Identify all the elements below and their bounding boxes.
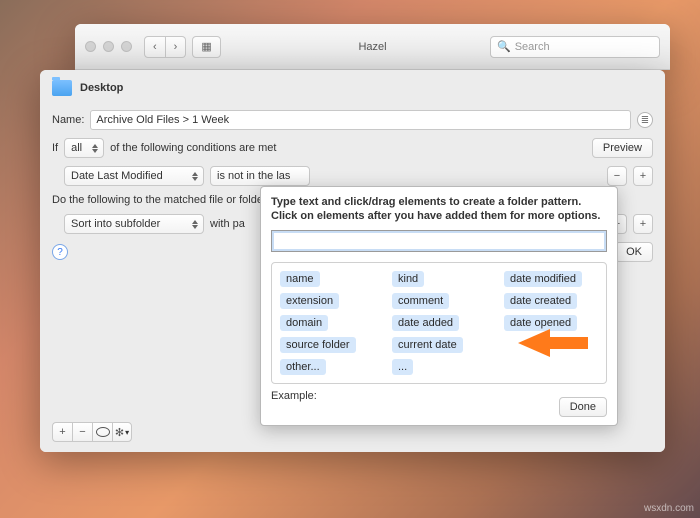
- nav-back-forward: ‹ ›: [144, 36, 186, 58]
- add-action-button[interactable]: +: [633, 214, 653, 234]
- token-date-added[interactable]: date added: [392, 315, 459, 331]
- condition-attribute-select[interactable]: Date Last Modified: [64, 166, 204, 186]
- done-button[interactable]: Done: [559, 397, 607, 417]
- action-value: Sort into subfolder: [71, 218, 160, 230]
- bottom-toolbar: + − ✻▾: [52, 422, 132, 442]
- match-scope-select[interactable]: all: [64, 138, 104, 158]
- forward-button[interactable]: ›: [166, 36, 187, 58]
- condition-row: Date Last Modified is not in the las − +: [64, 166, 653, 186]
- ok-button[interactable]: OK: [615, 242, 653, 262]
- close-dot[interactable]: [85, 41, 96, 52]
- add-rule-button[interactable]: +: [52, 422, 72, 442]
- token-source-folder[interactable]: source folder: [280, 337, 356, 353]
- preview-eye-button[interactable]: [92, 422, 112, 442]
- traffic-lights: [85, 41, 132, 52]
- minimize-dot[interactable]: [103, 41, 114, 52]
- pattern-input[interactable]: [271, 230, 607, 252]
- back-button[interactable]: ‹: [144, 36, 166, 58]
- search-placeholder: Search: [515, 41, 550, 53]
- callout-arrow-icon: [518, 321, 588, 365]
- titlebar: ‹ › ▦ Hazel 🔍 Search: [75, 24, 670, 70]
- example-label: Example:: [271, 390, 607, 402]
- parent-window: ‹ › ▦ Hazel 🔍 Search: [75, 24, 670, 70]
- condition-operator-value: is not in the las: [217, 170, 290, 182]
- preview-button[interactable]: Preview: [592, 138, 653, 158]
- token-domain[interactable]: domain: [280, 315, 328, 331]
- search-icon: 🔍: [497, 40, 511, 53]
- eye-icon: [96, 427, 110, 437]
- token-kind[interactable]: kind: [392, 271, 424, 287]
- token-extension[interactable]: extension: [280, 293, 339, 309]
- conditions-rest: of the following conditions are met: [110, 142, 276, 154]
- conditions-header: If all of the following conditions are m…: [52, 138, 653, 158]
- pattern-popover: Type text and click/drag elements to cre…: [260, 186, 618, 426]
- token-current-date[interactable]: current date: [392, 337, 463, 353]
- folder-icon: [52, 80, 72, 96]
- match-scope-value: all: [71, 142, 82, 154]
- token-date-created[interactable]: date created: [504, 293, 577, 309]
- actions-intro: Do the following to the matched file or …: [52, 194, 270, 206]
- token--[interactable]: ...: [392, 359, 413, 375]
- token-other-[interactable]: other...: [280, 359, 326, 375]
- token-comment[interactable]: comment: [392, 293, 449, 309]
- grid-button[interactable]: ▦: [192, 36, 220, 58]
- folder-name: Desktop: [80, 82, 123, 94]
- pattern-hint: Type text and click/drag elements to cre…: [271, 195, 607, 224]
- name-label: Name:: [52, 114, 84, 126]
- with-pattern-label: with pa: [210, 218, 245, 230]
- token-date-modified[interactable]: date modified: [504, 271, 582, 287]
- watermark: wsxdn.com: [644, 503, 694, 514]
- rule-header: Desktop: [52, 78, 653, 102]
- rule-name-input[interactable]: [90, 110, 631, 130]
- token-name[interactable]: name: [280, 271, 320, 287]
- add-condition-button[interactable]: +: [633, 166, 653, 186]
- remove-condition-button[interactable]: −: [607, 166, 627, 186]
- token-box: name kind date modified extension comment dat…: [271, 262, 607, 384]
- remove-rule-button[interactable]: −: [72, 422, 92, 442]
- notes-button[interactable]: ≣: [637, 112, 653, 128]
- if-label: If: [52, 142, 58, 154]
- zoom-dot[interactable]: [121, 41, 132, 52]
- condition-attribute-value: Date Last Modified: [71, 170, 163, 182]
- gear-menu-button[interactable]: ✻▾: [112, 422, 132, 442]
- help-button[interactable]: ?: [52, 244, 68, 260]
- action-select[interactable]: Sort into subfolder: [64, 214, 204, 234]
- search-field[interactable]: 🔍 Search: [490, 36, 660, 58]
- condition-operator-select[interactable]: is not in the las: [210, 166, 310, 186]
- name-row: Name: ≣: [52, 110, 653, 130]
